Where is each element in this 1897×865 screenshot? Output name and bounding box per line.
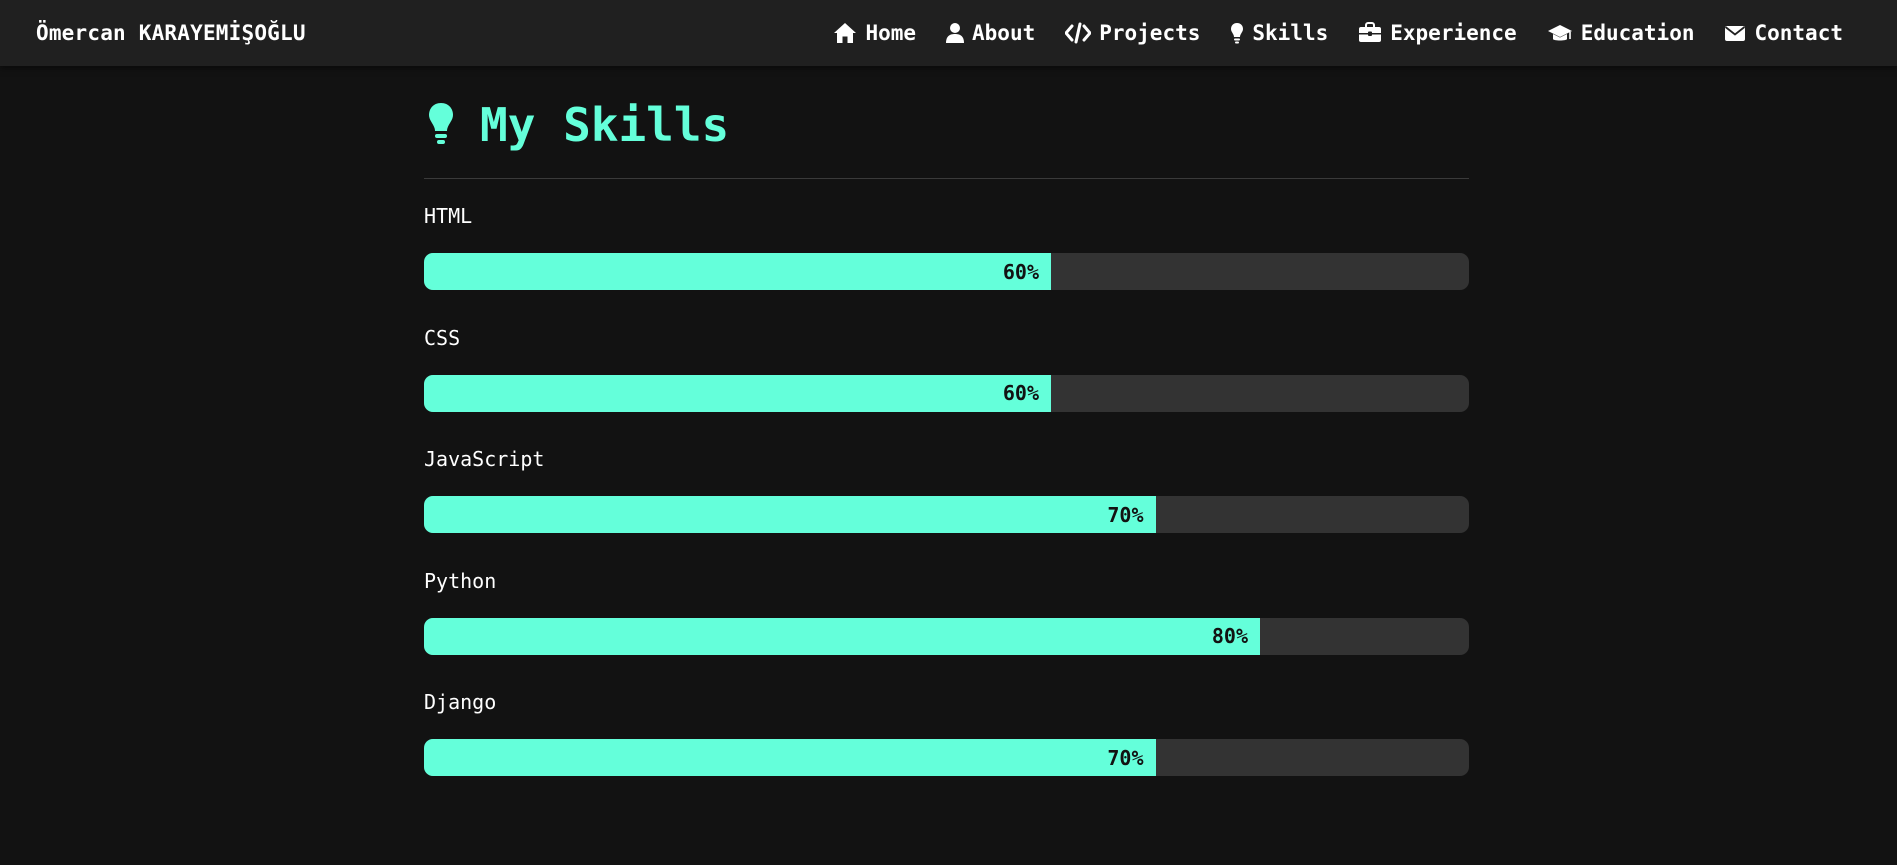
code-icon xyxy=(1065,22,1092,44)
progress-fill: 70% xyxy=(424,739,1156,776)
progress-fill: 70% xyxy=(424,496,1156,533)
home-icon xyxy=(833,22,857,44)
progress-track: 70% xyxy=(424,739,1469,776)
nav-link-skills[interactable]: Skills xyxy=(1230,21,1328,45)
progress-track: 60% xyxy=(424,253,1469,290)
progress-label: 70% xyxy=(1107,502,1144,527)
skill-item-javascript: JavaScript 70% xyxy=(424,422,1469,544)
navbar: Ömercan KARAYEMİŞOĞLU Home About Project… xyxy=(0,0,1897,66)
nav-link-label: Home xyxy=(865,21,917,45)
skill-name: Django xyxy=(424,690,497,714)
nav-link-label: Education xyxy=(1580,21,1695,45)
nav-link-label: About xyxy=(972,21,1036,45)
graduation-cap-icon xyxy=(1547,22,1573,44)
skill-name: HTML xyxy=(424,204,473,228)
skill-name: Python xyxy=(424,568,497,593)
nav-links: Home About Projects Skills Experience Ed… xyxy=(833,21,1843,45)
nav-link-label: Experience xyxy=(1390,21,1517,45)
nav-link-projects[interactable]: Projects xyxy=(1065,21,1200,45)
nav-link-label: Skills xyxy=(1252,21,1329,45)
nav-link-experience[interactable]: Experience xyxy=(1358,21,1517,45)
progress-label: 60% xyxy=(1002,381,1039,405)
section-header: My Skills xyxy=(424,66,1469,179)
nav-link-contact[interactable]: Contact xyxy=(1724,21,1843,45)
progress-track: 70% xyxy=(424,496,1469,533)
progress-label: 70% xyxy=(1107,745,1144,770)
progress-track: 60% xyxy=(424,374,1469,412)
brand-name[interactable]: Ömercan KARAYEMİŞOĞLU xyxy=(36,21,306,45)
nav-link-label: Contact xyxy=(1754,21,1843,45)
progress-track: 80% xyxy=(424,617,1469,655)
nav-link-home[interactable]: Home xyxy=(833,21,916,45)
page-title: My Skills xyxy=(480,98,730,152)
nav-link-education[interactable]: Education xyxy=(1547,21,1695,45)
progress-fill: 60% xyxy=(424,253,1051,290)
user-icon xyxy=(946,22,965,44)
lightbulb-icon xyxy=(1230,22,1244,44)
skill-item-django: Django 70% xyxy=(424,665,1469,787)
envelope-icon xyxy=(1724,22,1746,44)
skill-item-css: CSS 60% xyxy=(424,301,1469,423)
lightbulb-icon xyxy=(424,101,458,149)
progress-fill: 60% xyxy=(424,374,1051,412)
skill-item-python: Python 80% xyxy=(424,544,1469,666)
nav-link-about[interactable]: About xyxy=(946,21,1035,45)
skill-name: JavaScript xyxy=(424,447,545,471)
progress-fill: 80% xyxy=(424,617,1260,655)
briefcase-icon xyxy=(1358,22,1382,44)
skills-section: My Skills HTML 60% CSS 60% JavaScript 70… xyxy=(424,66,1469,787)
skill-name: CSS xyxy=(424,325,461,350)
progress-label: 80% xyxy=(1211,624,1248,648)
nav-link-label: Projects xyxy=(1099,21,1201,45)
progress-label: 60% xyxy=(1002,259,1039,284)
skill-item-html: HTML 60% xyxy=(424,179,1469,301)
